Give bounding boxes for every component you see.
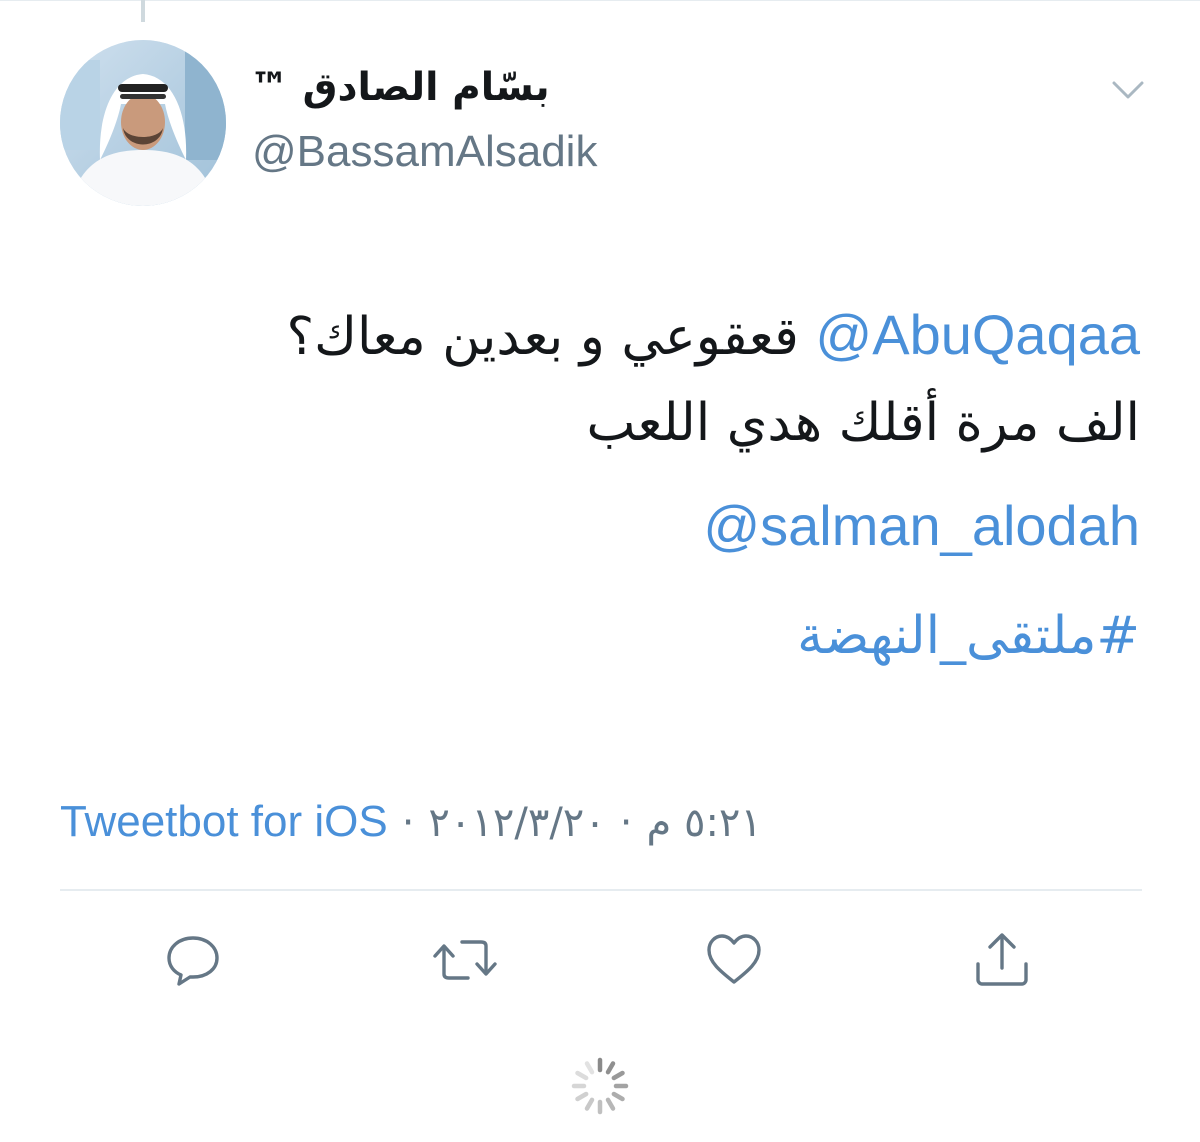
spinner-icon <box>568 1054 632 1118</box>
source-link[interactable]: Tweetbot for iOS <box>60 797 388 846</box>
tweet-time: ٥:٢١ م <box>646 800 762 846</box>
hashtag-link[interactable]: #ملتقى_النهضة <box>60 596 1140 676</box>
tweet-line-1: @AbuQaqaa قعقوعي و بعدين معاك؟ <box>60 292 1141 380</box>
chevron-down-icon[interactable] <box>1110 75 1146 105</box>
tweet-detail-page: بسّام الصادق ™ @BassamAlsadik @AbuQaqaa … <box>0 0 1200 1142</box>
avatar[interactable] <box>60 40 226 206</box>
actions-divider <box>60 889 1142 891</box>
share-icon[interactable] <box>972 930 1032 990</box>
reply-icon[interactable] <box>163 930 223 990</box>
user-handle[interactable]: @BassamAlsadik <box>252 124 597 180</box>
meta-separator: · <box>401 800 415 846</box>
tweet-line-1-text: قعقوعي و بعدين معاك؟ <box>286 307 816 367</box>
tweet-text: @AbuQaqaa قعقوعي و بعدين معاك؟ الف مرة أ… <box>60 292 1141 676</box>
meta-separator: · <box>619 800 633 846</box>
tweet-line-2: الف مرة أقلك هدي اللعب <box>586 393 1140 453</box>
retweet-icon[interactable] <box>432 930 498 990</box>
avatar-image <box>60 40 226 206</box>
thread-connector-line <box>141 0 145 22</box>
user-display-name[interactable]: بسّام الصادق ™ <box>250 62 550 114</box>
mention-link-abuqaqaa[interactable]: @AbuQaqaa <box>815 303 1140 366</box>
heart-icon[interactable] <box>704 930 764 990</box>
mention-link-salman[interactable]: @salman_alodah <box>60 486 1140 566</box>
top-divider <box>0 0 1200 1</box>
tweet-date: ٢٠١٢/٣/٢٠ <box>428 800 606 846</box>
tweet-metadata: Tweetbot for iOS · ٢٠١٢/٣/٢٠ · ٥:٢١ م <box>60 794 762 851</box>
